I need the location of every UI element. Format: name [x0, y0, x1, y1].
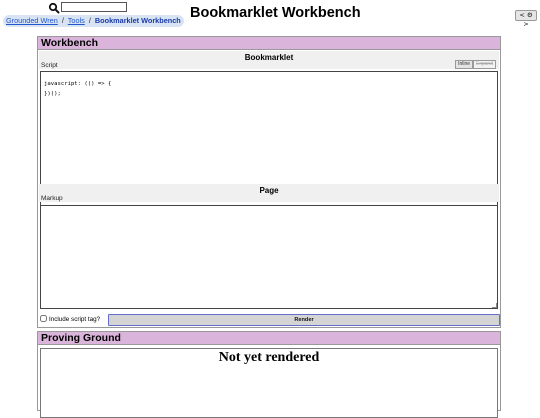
- preview-frame[interactable]: Not yet rendered: [40, 348, 498, 418]
- settings-button[interactable]: < ⚙ >: [515, 10, 537, 28]
- include-script-checkbox[interactable]: [40, 315, 47, 322]
- search-input[interactable]: [61, 2, 127, 12]
- script-label: Script: [41, 62, 58, 69]
- breadcrumb-current: Bookmarklet Workbench: [94, 16, 181, 25]
- bookmarklet-section-header: Bookmarklet Script Inline Expand: [39, 51, 499, 69]
- breadcrumb-link-grounded-wren[interactable]: Grounded Wren: [6, 16, 58, 25]
- search-icon: [48, 2, 60, 14]
- render-button[interactable]: Render: [108, 314, 500, 326]
- include-script-label: Include script tag?: [49, 316, 101, 323]
- proving-ground-heading: Proving Ground: [38, 332, 500, 345]
- page-title: Bookmarklet Workbench: [190, 5, 361, 21]
- breadcrumb-separator: /: [88, 16, 91, 25]
- render-status: Not yet rendered: [218, 350, 320, 365]
- script-mode-toggle: Inline Expand: [455, 60, 496, 69]
- expand-mode-button[interactable]: Expand: [473, 60, 496, 69]
- breadcrumb-separator: /: [61, 16, 64, 25]
- inline-mode-button[interactable]: Inline: [455, 60, 474, 69]
- page-title-section: Page: [259, 186, 279, 195]
- markup-editor[interactable]: [40, 205, 498, 309]
- proving-ground-panel: Proving Ground Not yet rendered: [37, 331, 501, 418]
- workbench-heading: Workbench: [38, 37, 500, 50]
- breadcrumb: Grounded Wren / Tools / Bookmarklet Work…: [3, 15, 184, 27]
- bookmarklet-title: Bookmarklet: [244, 53, 294, 62]
- include-script-option[interactable]: Include script tag?: [40, 315, 100, 327]
- page-section-header: Page Markup: [39, 184, 499, 202]
- markup-label: Markup: [41, 195, 63, 202]
- breadcrumb-link-tools[interactable]: Tools: [68, 16, 85, 25]
- workbench-panel: Workbench Bookmarklet Script Inline Expa…: [37, 36, 501, 328]
